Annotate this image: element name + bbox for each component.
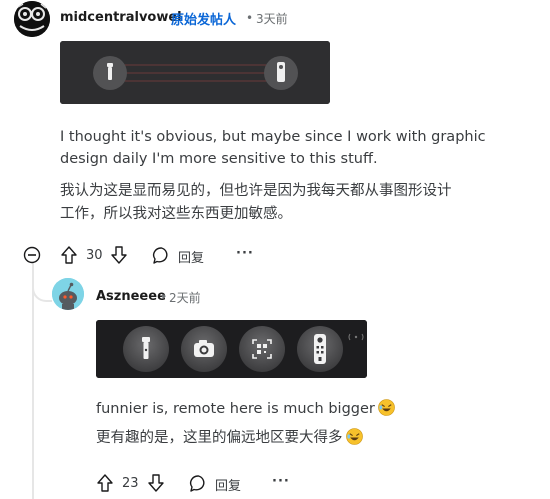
reply-button[interactable]: 回复 bbox=[189, 474, 249, 494]
reddit-avatar-image bbox=[52, 278, 84, 310]
comment-text-en: I thought it's obvious, but maybe since … bbox=[60, 126, 540, 170]
comment-timestamp: 2天前 bbox=[169, 291, 201, 305]
reply-label: 回复 bbox=[215, 479, 242, 494]
vote-count: 23 bbox=[122, 476, 139, 491]
meta-separator: • bbox=[160, 290, 168, 304]
collapse-thread-button[interactable] bbox=[23, 246, 41, 264]
comment-author[interactable]: Aszneeee bbox=[96, 289, 166, 304]
arrow-down-icon bbox=[148, 474, 164, 492]
op-badge: 原始发帖人 bbox=[171, 13, 237, 28]
more-options-button[interactable]: ··· bbox=[236, 246, 254, 261]
reply-button[interactable]: 回复 bbox=[152, 246, 212, 266]
comment-text-line: 我认为这是显而易见的，但也许是因为我每天都从事图形设计 bbox=[60, 183, 452, 199]
comment-text-cn: 更有趣的是，这里的偏远地区要大得多 bbox=[96, 427, 536, 450]
laughing-emoji-icon bbox=[378, 399, 395, 416]
upvote-button[interactable] bbox=[60, 245, 78, 265]
upvote-button[interactable] bbox=[96, 473, 114, 493]
thread-line bbox=[32, 262, 34, 499]
avatar-image bbox=[14, 1, 50, 37]
arrow-up-icon bbox=[97, 474, 113, 492]
speech-bubble-icon bbox=[152, 247, 168, 264]
reply-label: 回复 bbox=[178, 251, 205, 266]
arrow-up-icon bbox=[61, 246, 77, 264]
comment-image[interactable] bbox=[60, 41, 330, 104]
avatar[interactable] bbox=[14, 1, 50, 37]
comment-text-line: funnier is, remote here is much bigger bbox=[96, 401, 375, 417]
arrow-down-icon bbox=[111, 246, 127, 264]
comment-text-en: funnier is, remote here is much bigger bbox=[96, 398, 536, 420]
more-options-button[interactable]: ··· bbox=[272, 474, 290, 489]
thread-branch-line bbox=[32, 262, 52, 302]
control-bar-image bbox=[60, 41, 330, 104]
comment-author[interactable]: midcentralvowel bbox=[60, 10, 182, 25]
comment-timestamp: 3天前 bbox=[256, 12, 288, 26]
minus-circle-icon bbox=[23, 246, 41, 264]
downvote-button[interactable] bbox=[110, 245, 128, 265]
comment-image[interactable] bbox=[96, 320, 367, 378]
avatar[interactable] bbox=[52, 278, 84, 310]
comment-text-line: design daily I'm more sensitive to this … bbox=[60, 151, 378, 167]
comment-text-line: 更有趣的是，这里的偏远地区要大得多 bbox=[96, 430, 343, 446]
comment-text-line: 工作，所以我对这些东西更加敏感。 bbox=[60, 206, 292, 222]
downvote-button[interactable] bbox=[147, 473, 165, 493]
meta-separator: • bbox=[246, 11, 254, 25]
speech-bubble-icon bbox=[189, 475, 205, 492]
control-bar-image bbox=[96, 320, 367, 378]
vote-count: 30 bbox=[86, 248, 103, 263]
laughing-emoji-icon bbox=[345, 428, 363, 445]
comment-text-line: I thought it's obvious, but maybe since … bbox=[60, 129, 486, 145]
comment-text-cn: 我认为这是显而易见的，但也许是因为我每天都从事图形设计 工作，所以我对这些东西更… bbox=[60, 180, 540, 226]
